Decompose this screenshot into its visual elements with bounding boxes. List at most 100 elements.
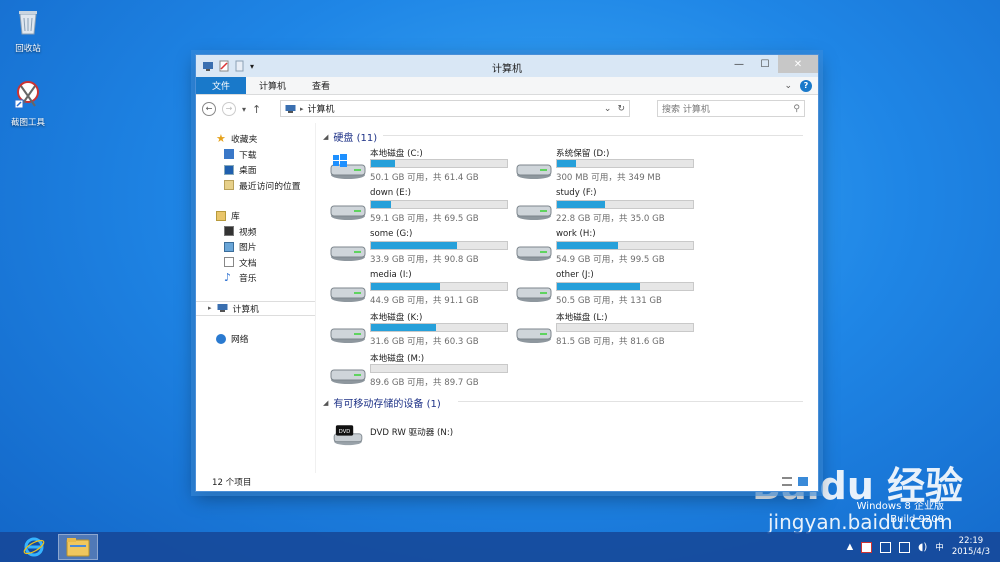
drive-tile[interactable]: down (E:) 59.1 GB 可用，共 69.5 GB [330,188,510,228]
group-title: 有可移动存储的设备 (1) [333,399,441,410]
close-button[interactable]: ✕ [778,55,818,73]
drive-usage-fill [371,283,441,290]
drive-tile[interactable]: 系统保留 (D:) 300 MB 可用，共 349 MB [516,147,696,187]
nav-favorites[interactable]: ★ 收藏夹 [196,131,315,147]
drive-free-space: 50.5 GB 可用，共 131 GB [556,296,662,306]
network-status-icon[interactable] [899,541,911,553]
large-icons-view-icon[interactable] [798,477,808,486]
desktop-icon-label: 截图工具 [10,118,45,128]
dvd-drive-icon: DVD [333,425,363,446]
drive-usage-bar [370,159,508,168]
nav-pictures[interactable]: 图片 [196,239,315,255]
drive-usage-fill [371,324,437,331]
nav-item-label: 图片 [239,243,257,254]
nav-network[interactable]: 网络 [196,331,315,347]
help-icon[interactable]: ? [800,80,812,92]
device-icon[interactable] [880,541,892,553]
snipping-tool-icon [14,81,39,109]
nav-recent-places[interactable]: 最近访问的位置 [196,178,315,194]
collapse-arrow-icon[interactable]: ◢ [323,133,328,141]
drive-name: media (I:) [370,270,412,280]
expand-ribbon-chevron-icon[interactable]: ⌄ [784,81,792,91]
music-icon: ♪ [224,270,232,284]
title-bar[interactable]: ▾ 计算机 — ☐ ✕ [196,55,818,77]
drive-tile[interactable]: 本地磁盘 (C:) 50.1 GB 可用，共 61.4 GB [330,147,510,187]
explorer-window: ▾ 计算机 — ☐ ✕ 文件 计算机 查看 ⌄ ? ← → ▾ ↑ ▸ 计算机 … [195,54,819,492]
pictures-icon [224,241,234,252]
drive-tile[interactable]: work (H:) 54.9 GB 可用，共 99.5 GB [516,229,696,269]
group-hard-disks[interactable]: ◢ 硬盘 (11) [323,129,803,144]
recent-locations-chevron-icon[interactable]: ▾ [242,105,246,114]
drive-free-space: 89.6 GB 可用，共 89.7 GB [370,378,479,388]
nav-network-label: 网络 [231,335,249,346]
nav-downloads[interactable]: 下载 [196,147,315,163]
nav-videos[interactable]: 视频 [196,224,315,240]
up-button[interactable]: ↑ [252,103,261,116]
search-box[interactable]: 搜索 计算机 ⚲ [657,100,805,117]
details-view-icon[interactable] [782,477,792,486]
documents-icon [224,257,234,268]
hard-drive-icon [330,369,366,384]
ime-indicator[interactable]: 中 [935,541,944,553]
action-center-icon[interactable] [861,541,873,553]
drive-tile[interactable]: other (J:) 50.5 GB 可用，共 131 GB [516,270,696,310]
drive-tile[interactable]: some (G:) 33.9 GB 可用，共 90.8 GB [330,229,510,269]
desktop-icon-label: 回收站 [15,44,41,54]
nav-music[interactable]: ♪ 音乐 [196,270,315,286]
collapse-arrow-icon[interactable]: ◢ [323,399,328,407]
refresh-icon[interactable]: ↻ [617,104,625,114]
address-bar[interactable]: ▸ 计算机 ⌄ ↻ [280,100,630,117]
windows-edition: Windows 8 企业版 [856,501,944,512]
hard-drive-icon [330,246,366,261]
tab-computer[interactable]: 计算机 [246,77,299,94]
drive-tile[interactable]: 本地磁盘 (M:) 89.6 GB 可用，共 89.7 GB [330,352,510,392]
nav-favorites-label: 收藏夹 [231,135,258,146]
drive-tile[interactable]: study (F:) 22.8 GB 可用，共 35.0 GB [516,188,696,228]
forward-button[interactable]: → [222,102,236,116]
recent-places-icon [224,180,234,191]
hard-drive-icon [330,205,366,220]
drive-usage-fill [557,283,640,290]
drive-name: down (E:) [370,188,411,198]
back-button[interactable]: ← [202,102,216,116]
drive-free-space: 31.6 GB 可用，共 60.3 GB [370,337,479,347]
breadcrumb-separator-icon[interactable]: ▸ [300,105,304,113]
drive-usage-fill [557,242,619,249]
windows-logo-icon [333,154,347,167]
content-pane: ◢ 硬盘 (11) 本地磁盘 (C:) 50.1 GB 可用，共 61.4 GB 系… [318,123,818,473]
drive-usage-bar [370,323,508,332]
volume-icon[interactable]: ◖) [918,542,927,553]
window-title: 计算机 [492,64,522,75]
group-title: 硬盘 (11) [333,133,378,144]
nav-libraries[interactable]: 库 [196,208,315,224]
dvd-drive[interactable]: DVD DVD RW 驱动器 (N:) [330,413,510,453]
drive-tile[interactable]: 本地磁盘 (L:) 81.5 GB 可用，共 81.6 GB [516,311,696,351]
drive-tile[interactable]: 本地磁盘 (K:) 31.6 GB 可用，共 60.3 GB [330,311,510,351]
drive-free-space: 59.1 GB 可用，共 69.5 GB [370,214,479,224]
nav-documents[interactable]: 文档 [196,255,315,271]
windows-version-watermark: Windows 8 企业版 Build 9200 [857,500,944,526]
tab-view[interactable]: 查看 [299,77,343,94]
maximize-button[interactable]: ☐ [752,55,778,73]
taskbar-explorer-button[interactable] [58,534,98,560]
drive-name: 本地磁盘 (C:) [370,149,423,159]
drive-free-space: 54.9 GB 可用，共 99.5 GB [556,255,665,265]
drive-tile[interactable]: media (I:) 44.9 GB 可用，共 91.1 GB [330,270,510,310]
group-removable-storage[interactable]: ◢ 有可移动存储的设备 (1) [323,395,803,410]
search-input-placeholder[interactable]: 搜索 计算机 [662,102,710,115]
minimize-button[interactable]: — [726,55,752,73]
address-dropdown-chevron-icon[interactable]: ⌄ [604,104,612,114]
nav-computer[interactable]: ▸ 计算机 [196,300,315,316]
expand-arrow-icon[interactable]: ▸ [208,304,212,312]
show-hidden-icons-icon[interactable]: ▲ [847,542,854,552]
desktop-icon-recycle-bin[interactable]: 回收站 [0,6,56,54]
drive-name: some (G:) [370,229,413,239]
tab-file[interactable]: 文件 [196,77,247,94]
desktop-icon-snipping-tool[interactable]: 截图工具 [0,80,56,128]
clock[interactable]: 22:19 2015/4/3 [952,536,990,558]
breadcrumb-computer[interactable]: 计算机 [308,102,335,115]
search-icon[interactable]: ⚲ [793,104,800,114]
taskbar-ie-button[interactable] [14,534,54,560]
drive-name: study (F:) [556,188,597,198]
nav-desktop[interactable]: 桌面 [196,162,315,178]
